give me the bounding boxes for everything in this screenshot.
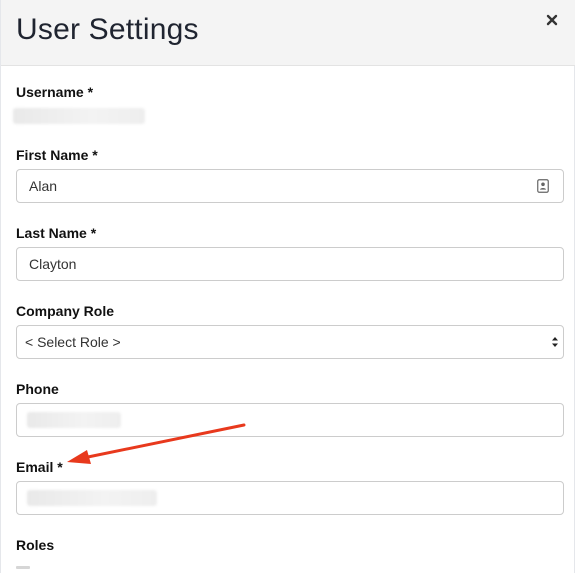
company-role-select[interactable]: < Select Role > — [16, 325, 564, 359]
last-name-input[interactable]: Clayton — [16, 247, 564, 281]
roles-first-item-peek — [16, 566, 30, 569]
contact-card-icon[interactable] — [537, 179, 549, 193]
first-name-input[interactable]: Alan — [16, 169, 564, 203]
phone-value-redacted — [27, 412, 121, 428]
user-settings-dialog: User Settings Username * First Name * Al… — [0, 0, 575, 573]
email-label: Email * — [16, 459, 63, 475]
close-icon[interactable] — [545, 13, 559, 27]
dialog-header: User Settings — [1, 0, 575, 66]
last-name-label: Last Name * — [16, 225, 97, 241]
company-role-label: Company Role — [16, 303, 115, 319]
first-name-label: First Name * — [16, 147, 98, 163]
username-value-redacted — [13, 108, 145, 124]
last-name-value: Clayton — [29, 256, 77, 272]
email-value-redacted — [27, 490, 157, 506]
username-label: Username * — [16, 84, 94, 100]
company-role-selected: < Select Role > — [25, 334, 121, 350]
email-input[interactable] — [16, 481, 564, 515]
dialog-title: User Settings — [16, 13, 199, 46]
select-chevron-icon — [552, 337, 558, 347]
phone-input[interactable] — [16, 403, 564, 437]
roles-label: Roles — [16, 537, 55, 553]
phone-label: Phone — [16, 381, 59, 397]
first-name-value: Alan — [29, 178, 58, 194]
